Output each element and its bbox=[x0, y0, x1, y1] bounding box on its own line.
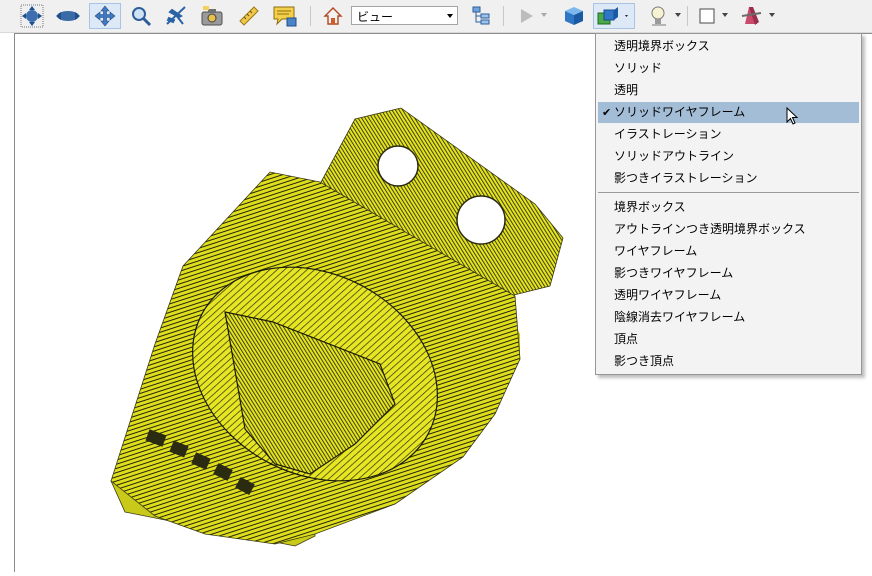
view-select-value: ビュー bbox=[357, 10, 394, 24]
menu-item-label: 透明 bbox=[614, 83, 639, 97]
menu-item-label: 境界ボックス bbox=[614, 200, 686, 214]
play-icon bbox=[521, 9, 533, 23]
camera-icon bbox=[201, 6, 223, 26]
zoom-icon bbox=[132, 7, 152, 27]
menu-item[interactable]: 頂点 bbox=[598, 329, 859, 350]
menu-item[interactable]: 境界ボックス bbox=[598, 197, 859, 218]
menu-item[interactable]: 影つき頂点 bbox=[598, 351, 859, 372]
menu-item-label: アウトラインつき透明境界ボックス bbox=[614, 222, 806, 236]
measure-tool[interactable] bbox=[236, 3, 262, 29]
cross-section-icon bbox=[741, 7, 762, 25]
view-select[interactable]: ビュー bbox=[351, 6, 458, 25]
play-animation[interactable] bbox=[513, 3, 539, 29]
separator bbox=[687, 6, 688, 26]
menu-item-label: 透明ワイヤフレーム bbox=[614, 288, 722, 302]
check-icon: ✔ bbox=[602, 106, 612, 119]
menu-item-label: イラストレーション bbox=[614, 127, 722, 141]
chevron-down-icon bbox=[541, 13, 547, 17]
spin-icon bbox=[56, 11, 80, 21]
menu-item[interactable]: 影つきワイヤフレーム bbox=[598, 263, 859, 284]
background-color-dropdown[interactable] bbox=[694, 3, 720, 29]
pan-tool[interactable] bbox=[89, 3, 121, 29]
menu-item[interactable]: ワイヤフレーム bbox=[598, 241, 859, 262]
render-mode-solid[interactable] bbox=[561, 3, 587, 29]
model-tree-icon bbox=[472, 6, 490, 25]
chevron-down-icon bbox=[769, 13, 775, 17]
lightbulb-icon bbox=[651, 6, 666, 26]
render-mode-dropdown[interactable] bbox=[593, 3, 635, 29]
render-mode-menu: 透明境界ボックス ソリッド 透明 ✔ ソリッドワイヤフレーム イラストレーション… bbox=[595, 33, 862, 375]
airplane-icon bbox=[166, 6, 186, 25]
comment-tool[interactable] bbox=[272, 3, 298, 29]
menu-item[interactable]: ソリッド bbox=[598, 58, 859, 79]
menu-item-label: ソリッドワイヤフレーム bbox=[614, 105, 746, 119]
menu-item-label: 陰線消去ワイヤフレーム bbox=[614, 310, 746, 324]
menu-item[interactable]: 透明境界ボックス bbox=[598, 36, 859, 57]
cross-section-dropdown[interactable] bbox=[739, 3, 765, 29]
menu-item-label: ワイヤフレーム bbox=[614, 244, 698, 258]
chevron-down-icon bbox=[447, 14, 453, 18]
fly-tool[interactable] bbox=[163, 3, 189, 29]
lighting-dropdown[interactable] bbox=[646, 3, 672, 29]
spin-tool[interactable] bbox=[55, 3, 81, 29]
rotate-tool[interactable] bbox=[19, 3, 45, 29]
menu-item-selected[interactable]: ✔ ソリッドワイヤフレーム bbox=[598, 102, 859, 125]
home-icon bbox=[323, 7, 343, 25]
menu-item-label: 頂点 bbox=[614, 332, 639, 346]
menu-separator bbox=[598, 192, 859, 193]
home-view[interactable] bbox=[320, 3, 346, 29]
menu-item[interactable]: 透明 bbox=[598, 80, 859, 101]
comment-icon bbox=[273, 6, 297, 27]
menu-item-label: 影つきイラストレーション bbox=[614, 171, 758, 185]
render-mode-icon bbox=[597, 7, 628, 25]
ruler-icon bbox=[239, 6, 259, 26]
menu-item-label: 影つきワイヤフレーム bbox=[614, 266, 734, 280]
menu-item[interactable]: 陰線消去ワイヤフレーム bbox=[598, 307, 859, 328]
menu-item[interactable]: ソリッドアウトライン bbox=[598, 146, 859, 167]
menu-item[interactable]: 透明ワイヤフレーム bbox=[598, 285, 859, 306]
menu-item-label: 影つき頂点 bbox=[614, 354, 675, 368]
background-swatch-icon bbox=[699, 8, 715, 24]
chevron-down-icon bbox=[675, 13, 681, 17]
separator bbox=[503, 6, 504, 26]
menu-item[interactable]: 影つきイラストレーション bbox=[598, 168, 859, 189]
toolbar: ビュー bbox=[0, 0, 872, 33]
menu-item[interactable]: イラストレーション bbox=[598, 124, 859, 145]
menu-item-label: ソリッドアウトライン bbox=[614, 149, 735, 163]
menu-item[interactable]: アウトラインつき透明境界ボックス bbox=[598, 219, 859, 240]
camera-tool[interactable] bbox=[199, 3, 225, 29]
zoom-tool[interactable] bbox=[128, 3, 154, 29]
pan-icon bbox=[94, 5, 116, 27]
model-tree-toggle[interactable] bbox=[468, 3, 494, 29]
chevron-down-icon bbox=[722, 13, 728, 17]
separator bbox=[310, 6, 311, 26]
menu-item-label: 透明境界ボックス bbox=[614, 39, 710, 53]
menu-item-label: ソリッド bbox=[614, 61, 663, 75]
rotate-icon bbox=[20, 4, 44, 28]
cube-icon bbox=[565, 7, 583, 25]
